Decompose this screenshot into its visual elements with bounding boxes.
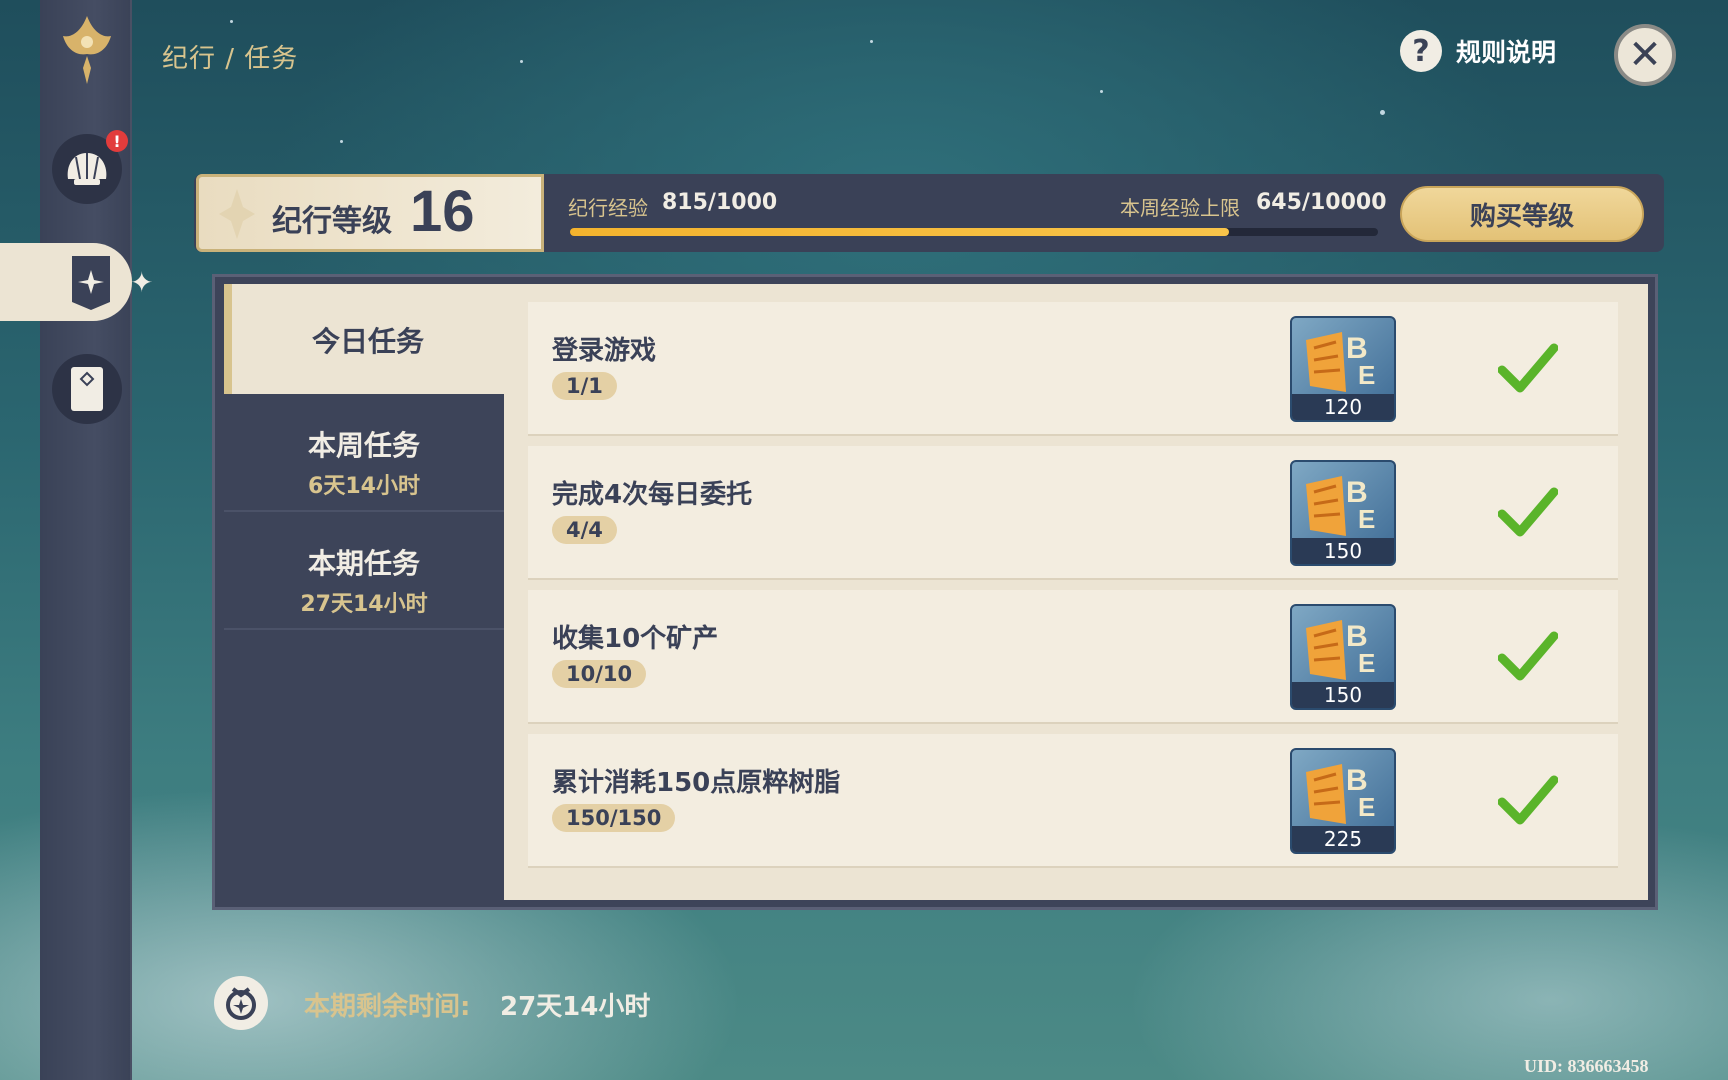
card-icon[interactable]	[52, 354, 122, 424]
banner-icon	[58, 249, 124, 315]
task-title: 收集10个矿产	[552, 624, 719, 654]
experience-value: 815/1000	[662, 190, 778, 215]
battle-pass-exp-icon: B E	[1306, 476, 1375, 536]
reward-count: 150	[1292, 682, 1394, 708]
check-icon	[1498, 343, 1558, 393]
task-progress: 10/10	[552, 660, 647, 688]
time-remaining-value: 27天14小时	[500, 992, 651, 1022]
tab-season[interactable]: 本期任务 27天14小时	[224, 524, 504, 630]
check-icon	[1498, 487, 1558, 537]
experience-progress-fill	[570, 228, 1229, 236]
experience-progress-bar	[570, 228, 1378, 236]
timer-icon	[214, 976, 268, 1030]
level-label: 纪行等级	[272, 204, 392, 239]
battle-pass-exp-icon: B E	[1306, 764, 1375, 824]
close-icon: ✕	[1628, 32, 1662, 78]
tab-title: 本周任务	[307, 429, 420, 462]
task-title: 登录游戏	[552, 336, 657, 366]
breadcrumb: 纪行 / 任务	[162, 44, 299, 74]
task-progress: 4/4	[552, 516, 617, 544]
question-icon: ?	[1400, 30, 1442, 72]
task-progress: 150/150	[552, 804, 676, 832]
check-icon	[1498, 631, 1558, 681]
reward-count: 120	[1292, 394, 1394, 420]
tab-title: 本期任务	[307, 547, 420, 580]
task-progress: 1/1	[552, 372, 617, 400]
level-value: 16	[410, 179, 475, 244]
sparkle-icon: ✦	[130, 266, 154, 299]
star-decoration	[520, 60, 523, 63]
time-remaining-label: 本期剩余时间:	[304, 992, 471, 1022]
task-title: 累计消耗150点原粹树脂	[552, 768, 841, 798]
tab-daily[interactable]: 今日任务	[224, 284, 504, 394]
star-decoration	[230, 20, 233, 23]
rules-button[interactable]: ? 规则说明	[1400, 30, 1556, 72]
svg-text:E: E	[1358, 792, 1375, 822]
experience-label: 纪行经验	[568, 196, 648, 220]
weekly-cap-value: 645/10000	[1256, 190, 1387, 215]
tab-weekly[interactable]: 本周任务 6天14小时	[224, 406, 504, 512]
star-decoration	[1380, 110, 1385, 115]
task-row: 累计消耗150点原粹树脂 150/150 B E 225	[528, 734, 1618, 868]
sidebar-item-tasks[interactable]	[0, 243, 132, 321]
emblem-icon	[52, 10, 122, 90]
svg-text:E: E	[1358, 648, 1375, 678]
uid-label: UID: 836663458	[1524, 1056, 1649, 1076]
star-decoration	[340, 140, 343, 143]
tab-title: 今日任务	[311, 325, 424, 358]
weekly-cap-label: 本周经验上限	[1120, 196, 1240, 220]
svg-text:E: E	[1358, 504, 1375, 534]
reward-item[interactable]: B E 150	[1290, 460, 1396, 566]
reward-count: 150	[1292, 538, 1394, 564]
reward-item[interactable]: B E 120	[1290, 316, 1396, 422]
task-row: 完成4次每日委托 4/4 B E 150	[528, 446, 1618, 580]
reward-item[interactable]: B E 150	[1290, 604, 1396, 710]
star-decoration	[1100, 90, 1103, 93]
tab-time-remaining: 27天14小时	[300, 592, 428, 617]
reward-count: 225	[1292, 826, 1394, 852]
battle-pass-exp-icon: B E	[1306, 332, 1375, 392]
rules-label: 规则说明	[1456, 38, 1557, 67]
task-title: 完成4次每日委托	[552, 480, 753, 510]
svg-text:E: E	[1358, 360, 1375, 390]
task-row: 收集10个矿产 10/10 B E 150	[528, 590, 1618, 724]
reward-item[interactable]: B E 225	[1290, 748, 1396, 854]
task-row: 登录游戏 1/1 B E 120	[528, 302, 1618, 436]
star-decoration	[870, 40, 873, 43]
battle-pass-exp-icon: B E	[1306, 620, 1375, 680]
close-button[interactable]: ✕	[1614, 24, 1676, 86]
tab-time-remaining: 6天14小时	[308, 474, 420, 499]
check-icon	[1498, 775, 1558, 825]
buy-level-button[interactable]: 购买等级	[1400, 186, 1644, 242]
notification-badge: !	[106, 130, 128, 152]
level-star-icon	[219, 189, 255, 239]
